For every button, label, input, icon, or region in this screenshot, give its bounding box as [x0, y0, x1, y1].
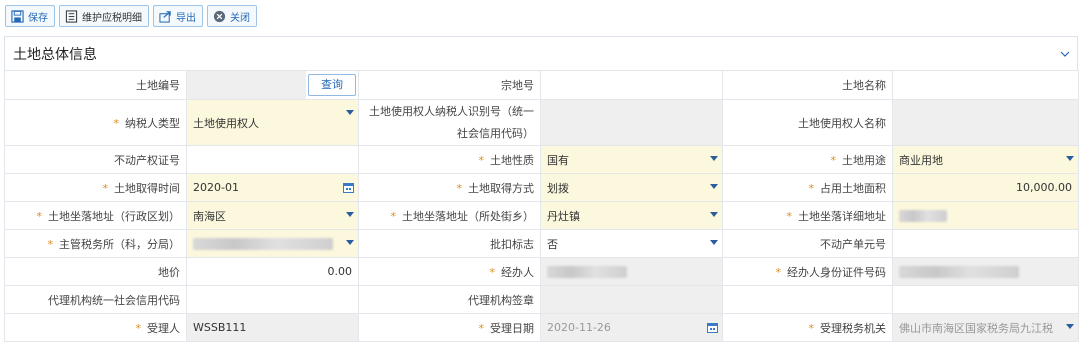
agency-credit-label: 代理机构统一社会信用代码 [4, 285, 187, 314]
land-use-select[interactable]: 商业用地 [892, 145, 1079, 174]
withhold-flag-label: 批扣标志 [358, 229, 541, 258]
dropdown-arrow-icon [1066, 156, 1074, 161]
calendar-icon[interactable] [343, 182, 354, 193]
close-icon [212, 9, 226, 23]
user-name-label: 土地使用权人名称 [722, 99, 893, 146]
addr-district-label: * 土地坐落地址（行政区划） [4, 201, 187, 230]
land-info-form: 土地编号 查询 宗地号 土地名称 * 纳税人类型 土地使用权人 土地使用权人纳税人… [4, 70, 1079, 342]
addr-district-select[interactable]: 南海区 [186, 201, 359, 230]
receiver-label: * 受理人 [4, 313, 187, 342]
user-taxid-field [540, 99, 723, 146]
dropdown-arrow-icon [346, 110, 354, 115]
property-unit-field[interactable] [892, 229, 1079, 258]
dropdown-arrow-icon [710, 184, 718, 189]
agency-credit-field[interactable] [186, 285, 359, 314]
receiver-field: WSSB111 [186, 313, 359, 342]
addr-detail-field[interactable] [892, 201, 1079, 230]
land-nature-label: * 土地性质 [358, 145, 541, 174]
acquire-method-select[interactable]: 划拨 [540, 173, 723, 202]
redacted-text [899, 210, 947, 222]
panel-header[interactable]: 土地总体信息 [4, 36, 1078, 70]
parcel-no-field[interactable] [540, 70, 723, 100]
tax-office-select[interactable] [186, 229, 359, 258]
handler-id-field[interactable] [892, 257, 1079, 286]
land-name-field[interactable] [892, 70, 1079, 100]
empty-label [722, 285, 893, 314]
dropdown-arrow-icon [710, 240, 718, 245]
taxpayer-type-label: * 纳税人类型 [4, 99, 187, 146]
save-label: 保存 [28, 12, 48, 24]
occupied-area-label: * 占用土地面积 [722, 173, 893, 202]
handler-label: * 经办人 [358, 257, 541, 286]
calendar-icon[interactable] [707, 322, 718, 333]
addr-street-select[interactable]: 丹灶镇 [540, 201, 723, 230]
property-cert-field[interactable] [186, 145, 359, 174]
land-price-field[interactable]: 0.00 [186, 257, 359, 286]
query-button[interactable]: 查询 [308, 74, 356, 96]
agency-seal-field [540, 285, 723, 314]
user-taxid-label: 土地使用权人纳税人识别号（统一社会信用代码） [358, 99, 541, 146]
acquire-method-label: * 土地取得方式 [358, 173, 541, 202]
close-button[interactable]: 关闭 [207, 5, 257, 27]
addr-detail-label: * 土地坐落详细地址 [722, 201, 893, 230]
receive-office-select[interactable]: 佛山市南海区国家税务局九江税 [892, 313, 1079, 342]
property-cert-label: 不动产权证号 [4, 145, 187, 174]
tax-office-label: * 主管税务所（科，分局） [4, 229, 187, 258]
save-icon [10, 9, 24, 23]
acquire-time-field[interactable]: 2020-01 [186, 173, 359, 202]
addr-street-label: * 土地坐落地址（所处街乡） [358, 201, 541, 230]
property-unit-label: 不动产单元号 [722, 229, 893, 258]
redacted-text [899, 266, 1019, 278]
withhold-flag-select[interactable]: 否 [540, 229, 723, 258]
dropdown-arrow-icon [346, 212, 354, 217]
save-button[interactable]: 保存 [5, 5, 55, 27]
receive-date-label: * 受理日期 [358, 313, 541, 342]
dropdown-arrow-icon [1066, 324, 1074, 329]
user-name-field [892, 99, 1079, 146]
export-label: 导出 [176, 12, 196, 24]
land-use-label: * 土地用途 [722, 145, 893, 174]
receive-date-field[interactable]: 2020-11-26 [540, 313, 723, 342]
receive-office-label: * 受理税务机关 [722, 313, 893, 342]
parcel-no-label: 宗地号 [358, 70, 541, 100]
panel-title: 土地总体信息 [13, 46, 97, 63]
close-label: 关闭 [230, 12, 250, 24]
handler-field[interactable] [540, 257, 723, 286]
maintain-taxable-details-button[interactable]: 维护应税明细 [59, 5, 149, 27]
chevron-down-icon[interactable] [1059, 48, 1071, 60]
dropdown-arrow-icon [710, 212, 718, 217]
handler-id-label: * 经办人身份证件号码 [722, 257, 893, 286]
agency-seal-label: 代理机构签章 [358, 285, 541, 314]
land-no-label: 土地编号 [4, 70, 187, 100]
export-button[interactable]: 导出 [153, 5, 203, 27]
taxpayer-type-select[interactable]: 土地使用权人 [186, 99, 359, 146]
occupied-area-field[interactable]: 10,000.00 [892, 173, 1079, 202]
land-price-label: 地价 [4, 257, 187, 286]
toolbar: 保存 维护应税明细 导出 关闭 [0, 0, 1080, 34]
empty-field [892, 285, 1079, 314]
export-icon [158, 9, 172, 23]
redacted-text [193, 238, 333, 250]
land-no-field[interactable]: 查询 [186, 70, 359, 100]
document-list-icon [64, 9, 78, 23]
land-name-label: 土地名称 [722, 70, 893, 100]
maintain-label: 维护应税明细 [82, 12, 142, 24]
land-nature-select[interactable]: 国有 [540, 145, 723, 174]
dropdown-arrow-icon [710, 156, 718, 161]
redacted-text [547, 266, 627, 278]
acquire-time-label: * 土地取得时间 [4, 173, 187, 202]
dropdown-arrow-icon [346, 240, 354, 245]
